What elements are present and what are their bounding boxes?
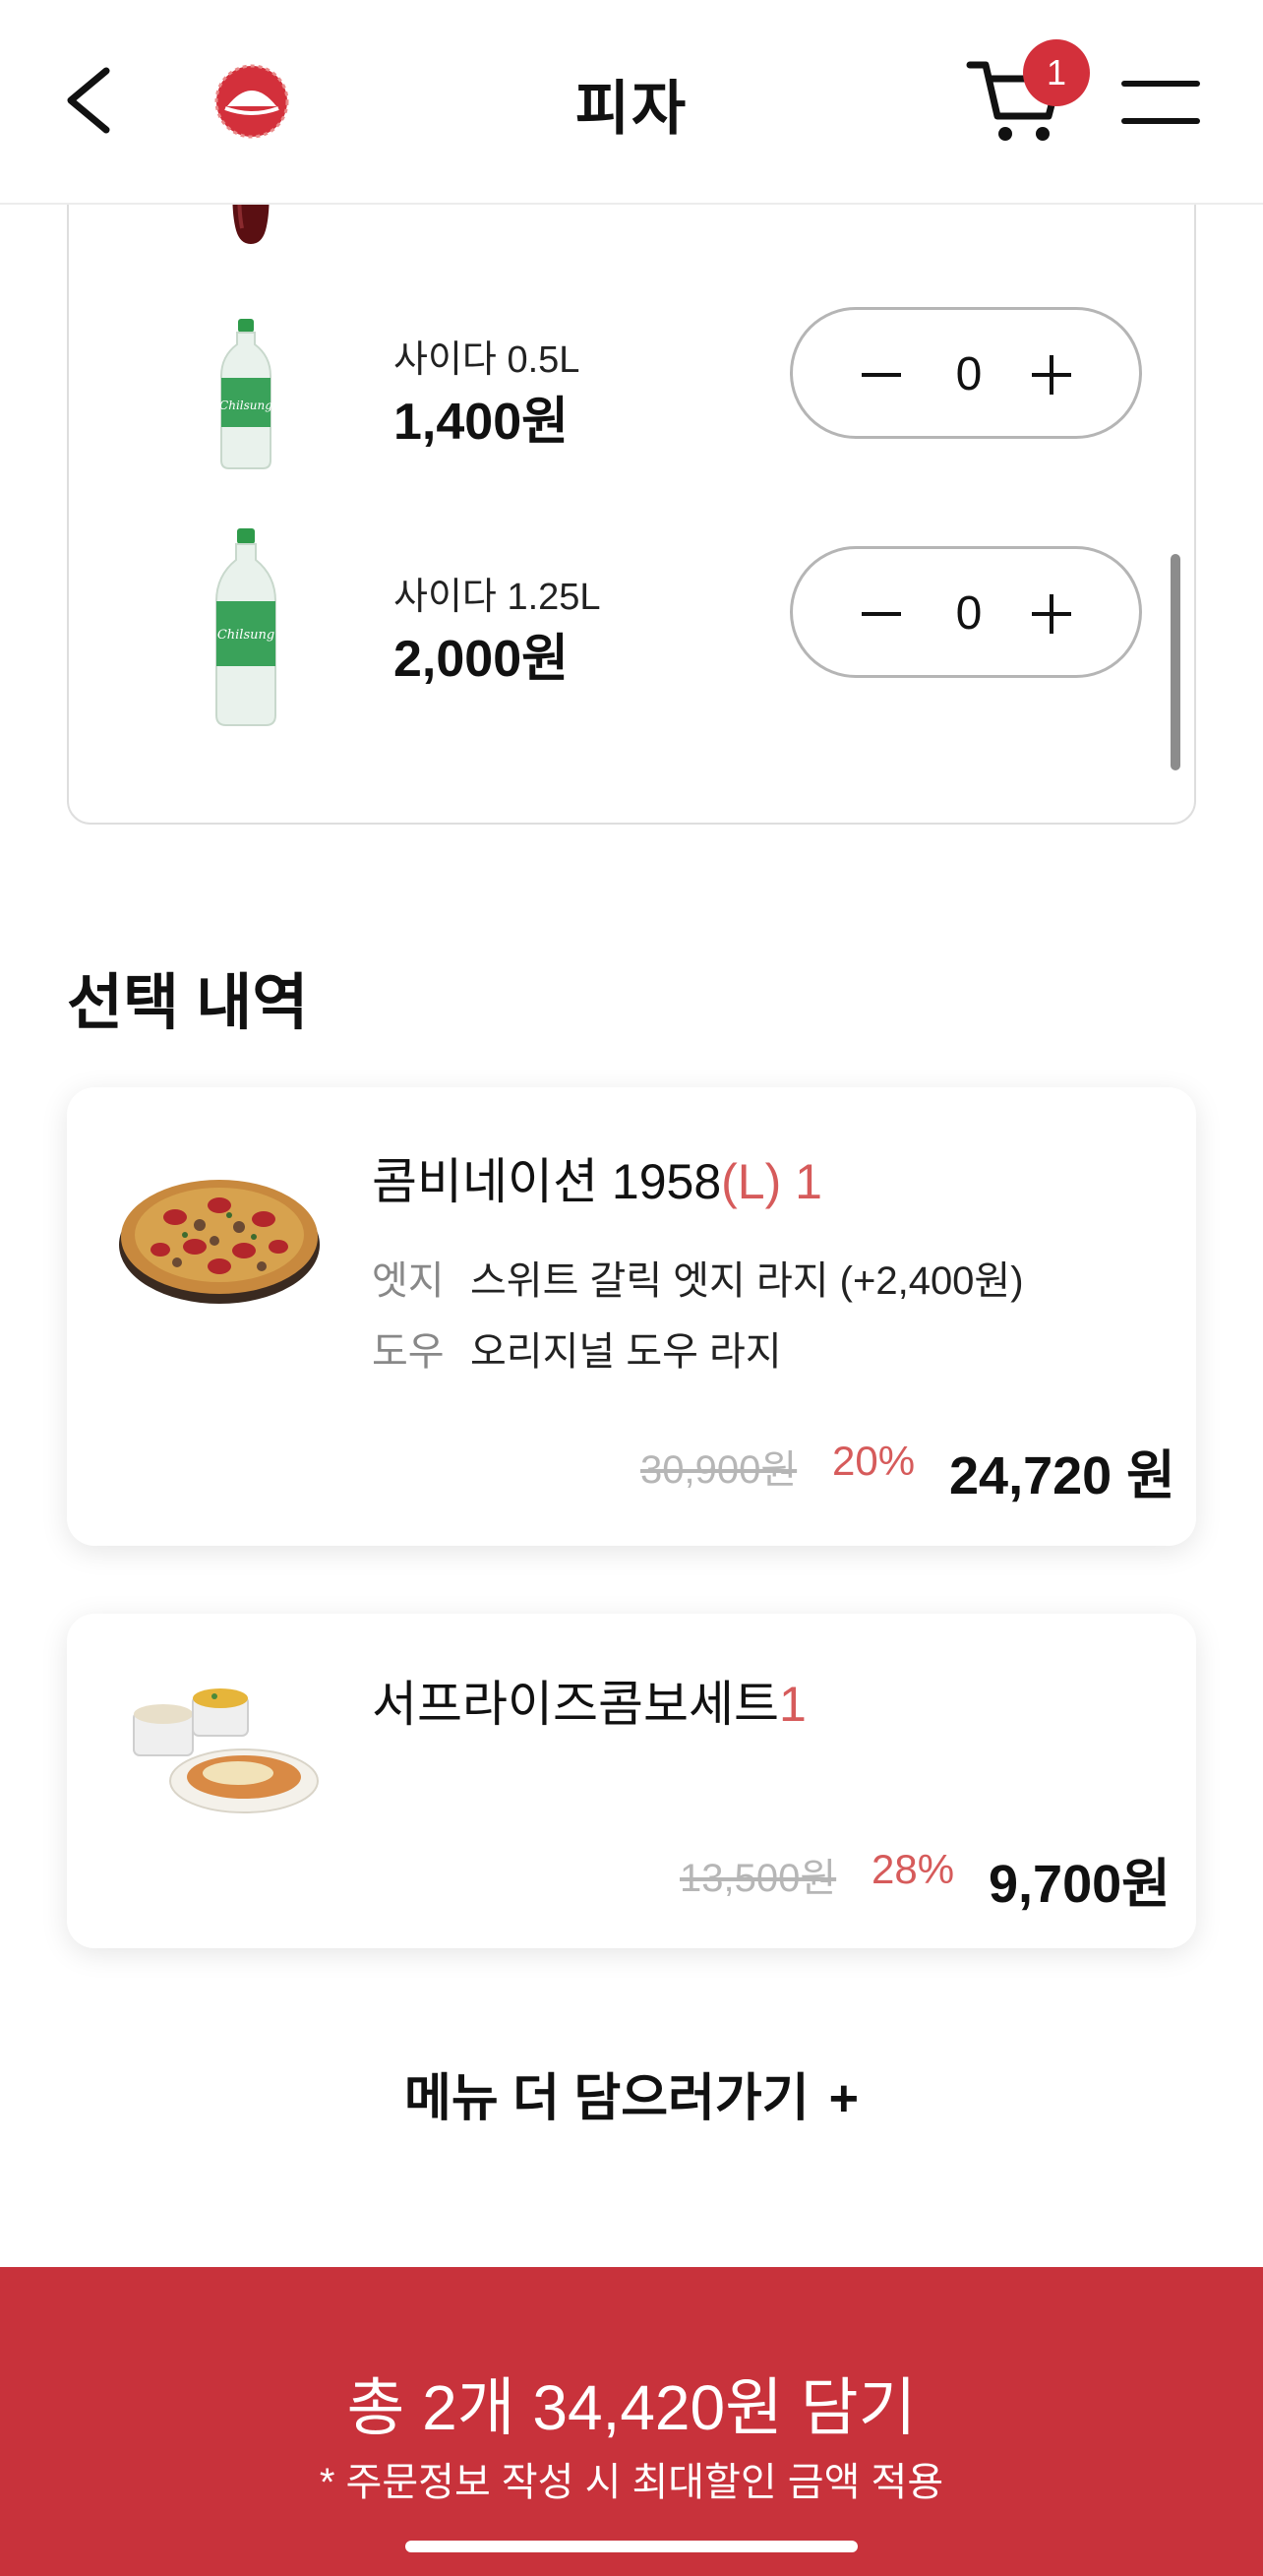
combo-set-image [133, 1688, 319, 1813]
drink-price: 1,400원 [393, 394, 569, 451]
add-to-cart-button[interactable]: 총 2개 34,420원 담기 * 주문정보 작성 시 최대할인 금액 적용 [0, 2267, 1263, 2576]
cider-bottle-image: Chilsung [215, 528, 276, 726]
final-price: 24,720 원 [949, 1446, 1175, 1505]
drinks-list[interactable]: Chilsung 사이다 0.5L 1,400원 0 Chilsung 사이다 … [67, 148, 1196, 825]
quantity-value: 0 [955, 587, 983, 640]
minus-icon[interactable] [862, 373, 901, 377]
discount-rate: 28% [872, 1846, 955, 1892]
pizza-image [119, 1180, 320, 1304]
option-row: 엣지 스위트 갈릭 엣지 라지 (+2,400원) [372, 1249, 1024, 1306]
option-row: 도우 오리지널 도우 라지 [372, 1319, 782, 1377]
app-header: 피자 1 [0, 0, 1263, 205]
option-value: 오리지널 도우 라지 [470, 1330, 782, 1374]
drink-price: 2,000원 [393, 631, 569, 688]
option-label: 도우 [372, 1330, 445, 1374]
drink-name: 사이다 1.25L [393, 577, 601, 618]
discount-rate: 20% [832, 1438, 916, 1484]
plus-icon: + [828, 2070, 859, 2127]
item-name: 서프라이즈콤보세트 [372, 1677, 779, 1732]
item-qty: 1 [779, 1677, 807, 1732]
quantity-value: 0 [955, 348, 983, 400]
svg-text:Chilsung: Chilsung [219, 399, 272, 412]
svg-text:Chilsung: Chilsung [217, 628, 274, 643]
section-title: 선택 내역 [67, 969, 309, 1037]
cider-bottle-image: Chilsung [219, 319, 272, 469]
item-size: (L) [721, 1154, 782, 1209]
quantity-stepper: 0 [790, 546, 1142, 678]
plus-icon-vertical[interactable] [1050, 355, 1053, 395]
scrollbar[interactable] [1171, 554, 1180, 770]
list-item: Chilsung 사이다 1.25L 2,000원 0 [69, 528, 1194, 772]
item-qty: 1 [795, 1154, 822, 1209]
minus-icon[interactable] [862, 612, 901, 616]
original-price: 13,500원 [680, 1857, 837, 1900]
order-item-card[interactable]: 서프라이즈콤보세트1 13,500원 28% 9,700원 [67, 1614, 1196, 1948]
cart-count-badge[interactable]: 1 [1023, 39, 1090, 106]
list-item: Chilsung 사이다 0.5L 1,400원 0 [69, 307, 1194, 533]
hamburger-menu-icon[interactable] [1121, 81, 1200, 128]
order-item-name: 콤비네이션 1958(L) 1 [372, 1142, 822, 1213]
home-indicator [405, 2541, 858, 2552]
cta-label: 총 2개 34,420원 담기 [346, 2372, 917, 2443]
option-value: 스위트 갈릭 엣지 라지 (+2,400원) [470, 1259, 1024, 1303]
original-price: 30,900원 [640, 1448, 798, 1492]
item-name: 콤비네이션 1958 [372, 1154, 722, 1209]
final-price: 9,700원 [989, 1855, 1171, 1914]
plus-icon-vertical[interactable] [1050, 594, 1053, 634]
cta-note: * 주문정보 작성 시 최대할인 금액 적용 [319, 2461, 944, 2504]
option-label: 엣지 [372, 1259, 445, 1303]
order-item-name: 서프라이즈콤보세트1 [372, 1665, 807, 1736]
drink-name: 사이다 0.5L [393, 339, 580, 381]
quantity-stepper: 0 [790, 307, 1142, 439]
add-more-menu-label: 메뉴 더 담으러가기 [404, 2070, 810, 2127]
order-item-card[interactable]: 콤비네이션 1958(L) 1 엣지 스위트 갈릭 엣지 라지 (+2,400원)… [67, 1087, 1196, 1546]
add-more-menu-link[interactable]: 메뉴 더 담으러가기 + [0, 2056, 1263, 2130]
